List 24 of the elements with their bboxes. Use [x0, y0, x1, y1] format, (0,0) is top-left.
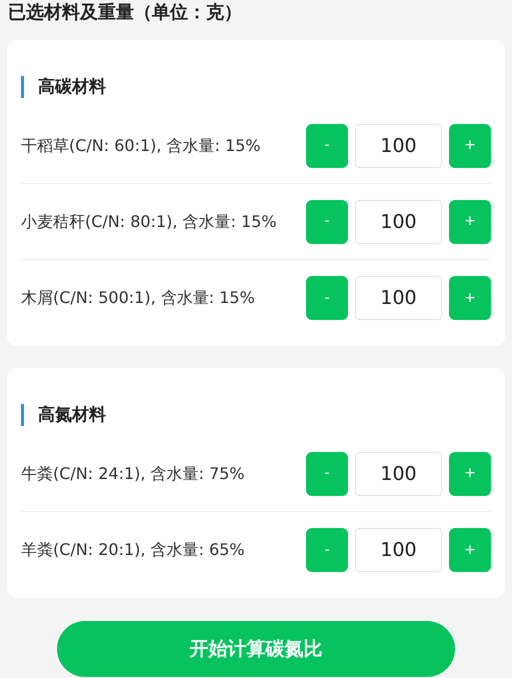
section-heading: 高氮材料	[21, 404, 491, 426]
material-label: 干稻草(C/N: 60:1), 含水量: 15%	[21, 134, 262, 156]
material-label: 牛粪(C/N: 24:1), 含水量: 75%	[21, 462, 246, 484]
material-label: 羊粪(C/N: 20:1), 含水量: 65%	[21, 539, 246, 561]
plus-button[interactable]: +	[449, 276, 491, 320]
minus-button[interactable]: -	[306, 452, 348, 496]
section-heading: 高碳材料	[21, 76, 491, 98]
page-title: 已选材料及重量（单位：克）	[7, 1, 243, 25]
weight-input[interactable]: 100	[355, 528, 442, 572]
plus-button[interactable]: +	[449, 452, 491, 496]
plus-button[interactable]: +	[449, 200, 491, 244]
weight-input[interactable]: 100	[355, 124, 442, 168]
minus-button[interactable]: -	[306, 528, 348, 572]
weight-input[interactable]: 100	[355, 276, 442, 320]
plus-button[interactable]: +	[449, 124, 491, 168]
minus-button[interactable]: -	[306, 200, 348, 244]
minus-button[interactable]: -	[306, 276, 348, 320]
plus-button[interactable]: +	[449, 528, 491, 572]
material-label: 小麦秸秆(C/N: 80:1), 含水量: 15%	[21, 210, 278, 232]
minus-button[interactable]: -	[306, 124, 348, 168]
material-label: 木屑(C/N: 500:1), 含水量: 15%	[21, 287, 256, 309]
calculate-button[interactable]: 开始计算碳氮比	[57, 621, 455, 677]
weight-input[interactable]: 100	[355, 452, 442, 496]
weight-input[interactable]: 100	[355, 200, 442, 244]
